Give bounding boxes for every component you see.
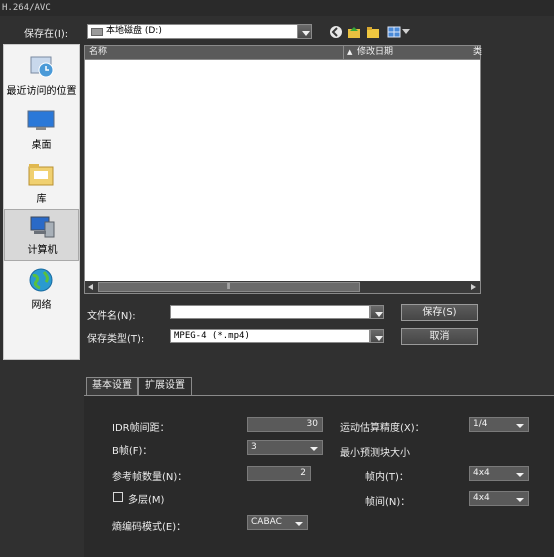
scroll-left-icon[interactable]: [88, 284, 94, 290]
horizontal-scrollbar[interactable]: ⦀: [85, 281, 480, 293]
place-label: 库: [36, 194, 47, 205]
place-label: 最近访问的位置: [6, 86, 77, 97]
save-in-combo[interactable]: 本地磁盘 (D:): [87, 24, 311, 39]
filetype-label: 保存类型(T):: [87, 334, 145, 345]
entropy-mode-label: 熵编码模式(E)：: [112, 522, 187, 533]
save-in-value: 本地磁盘 (D:): [106, 26, 162, 36]
place-network[interactable]: 网络: [4, 263, 79, 315]
new-folder-icon[interactable]: [366, 25, 380, 39]
ref-frames-label: 参考帧数量(N)：: [112, 472, 188, 483]
place-label: 网络: [31, 300, 52, 311]
drive-icon: [91, 28, 103, 36]
filename-input[interactable]: [170, 305, 370, 319]
settings-tabs: 基本设置 扩展设置: [84, 377, 554, 395]
column-name[interactable]: 名称: [89, 46, 107, 59]
ref-frames-input[interactable]: 2: [247, 466, 311, 481]
desktop-icon: [27, 110, 55, 130]
place-computer[interactable]: 计算机: [4, 209, 79, 261]
idr-interval-label: IDR帧间距：: [112, 423, 170, 434]
filename-label: 文件名(N):: [87, 311, 136, 322]
inter-select[interactable]: 4x4: [469, 491, 529, 506]
filetype-dropdown-button[interactable]: [370, 329, 384, 343]
place-label: 计算机: [27, 245, 58, 256]
column-modified[interactable]: 修改日期: [357, 46, 393, 59]
place-libraries[interactable]: 库: [4, 157, 79, 209]
idr-interval-input[interactable]: 30: [247, 417, 323, 432]
intra-select[interactable]: 4x4: [469, 466, 529, 481]
window-title: H.264/AVC: [0, 0, 554, 16]
entropy-mode-select[interactable]: CABAC: [247, 515, 308, 530]
network-icon: [29, 268, 53, 292]
place-recent[interactable]: 最近访问的位置: [4, 49, 79, 101]
filename-dropdown-button[interactable]: [370, 305, 384, 319]
save-in-label: 保存在(I):: [24, 29, 69, 40]
place-label: 桌面: [31, 140, 52, 151]
filetype-select[interactable]: MPEG-4 (*.mp4): [170, 329, 370, 343]
column-type[interactable]: 类: [473, 46, 482, 59]
save-button[interactable]: 保存(S): [401, 304, 478, 321]
multilayer-checkbox[interactable]: [113, 492, 123, 502]
scroll-thumb[interactable]: ⦀: [98, 282, 360, 292]
motion-precision-select[interactable]: 1/4: [469, 417, 529, 432]
libraries-icon: [28, 164, 54, 186]
cancel-button[interactable]: 取消: [401, 328, 478, 345]
computer-icon: [30, 216, 55, 238]
view-dropdown-icon[interactable]: [402, 29, 410, 35]
settings-panel: IDR帧间距： 30 B帧(F)： 3 参考帧数量(N)： 2 多层(M) 熵编…: [84, 395, 554, 557]
scroll-right-icon[interactable]: [470, 284, 476, 290]
save-in-dropdown-button[interactable]: [297, 24, 312, 39]
place-desktop[interactable]: 桌面: [4, 103, 79, 155]
column-divider[interactable]: [343, 46, 344, 59]
intra-label: 帧内(T)：: [365, 472, 409, 483]
recent-places-icon: [30, 56, 54, 78]
places-bar: 最近访问的位置 桌面 库 计算机 网络: [3, 44, 80, 360]
motion-precision-label: 运动估算精度(X)：: [340, 423, 425, 434]
view-menu-icon[interactable]: [387, 25, 401, 39]
tab-basic[interactable]: 基本设置: [86, 377, 138, 395]
multilayer-label: 多层(M): [128, 495, 165, 506]
back-icon[interactable]: [329, 25, 343, 39]
inter-label: 帧间(N)：: [365, 497, 411, 508]
sort-arrow-icon: ▲: [347, 48, 353, 56]
tab-extended[interactable]: 扩展设置: [138, 377, 192, 395]
b-frames-label: B帧(F)：: [112, 446, 153, 457]
grip-icon: ⦀: [227, 282, 231, 291]
file-list[interactable]: 名称 ▲ 修改日期 类 ⦀: [84, 45, 482, 294]
b-frames-select[interactable]: 3: [247, 440, 323, 455]
up-folder-icon[interactable]: [347, 25, 361, 39]
min-block-label: 最小预测块大小: [340, 448, 410, 459]
file-list-header: 名称 ▲ 修改日期 类: [85, 46, 482, 60]
